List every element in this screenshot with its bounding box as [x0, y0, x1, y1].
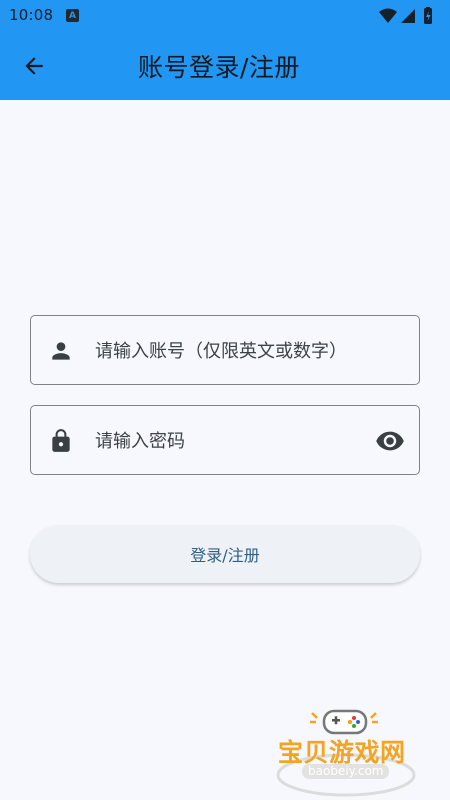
- app-header: 10:08 A 账号登录/注册: [0, 0, 450, 100]
- status-time: 10:08: [9, 6, 54, 24]
- password-input[interactable]: [95, 422, 365, 460]
- signal-icon: [401, 9, 415, 23]
- toggle-password-visibility-button[interactable]: [375, 426, 405, 456]
- password-field[interactable]: [30, 405, 420, 475]
- eye-icon: [376, 431, 404, 451]
- account-field[interactable]: [30, 315, 420, 385]
- lock-icon: [48, 428, 74, 454]
- person-icon: [48, 338, 74, 364]
- status-icons: [378, 7, 436, 25]
- arrow-left-icon: [25, 57, 43, 75]
- page-title: 账号登录/注册: [138, 53, 300, 82]
- login-register-button[interactable]: 登录/注册: [30, 525, 420, 583]
- back-button[interactable]: [14, 46, 54, 86]
- notification-icon: A: [66, 9, 79, 22]
- watermark-logo: 宝贝游戏网 baobeiy.com: [272, 703, 422, 797]
- wifi-icon: [379, 8, 397, 23]
- watermark-url: baobeiy.com: [302, 764, 390, 779]
- battery-icon: [424, 7, 432, 24]
- app-bar: 账号登录/注册: [0, 32, 450, 100]
- account-input[interactable]: [95, 332, 405, 370]
- status-bar: 10:08 A: [0, 0, 450, 32]
